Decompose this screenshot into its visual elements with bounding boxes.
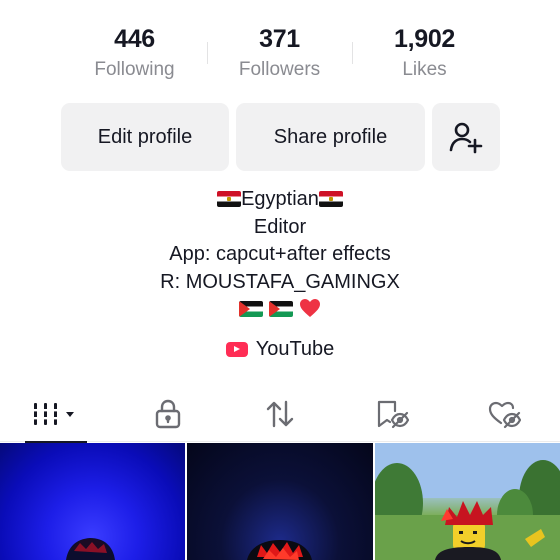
profile-actions: Edit profile Share profile <box>61 103 500 171</box>
tab-reposts[interactable] <box>224 386 336 442</box>
tab-private[interactable] <box>112 386 224 442</box>
tab-videos[interactable] <box>0 386 112 443</box>
red-heart-icon <box>299 299 320 317</box>
palestine-flag-icon <box>269 301 293 317</box>
tab-liked[interactable] <box>448 386 560 442</box>
youtube-link-label: YouTube <box>255 338 335 360</box>
bio-nationality-text: Egyptian <box>241 188 319 210</box>
stat-following[interactable]: 446 Following <box>62 22 207 88</box>
share-profile-button[interactable]: Share profile <box>236 103 425 171</box>
stat-likes[interactable]: 1,902 Likes <box>352 22 497 88</box>
stat-divider <box>352 42 353 64</box>
following-count: 446 <box>114 25 155 53</box>
egypt-flag-icon <box>318 191 343 207</box>
bio-line-apps: App: capcut+after effects <box>169 243 391 265</box>
profile-bio: Egyptian Editor App: capcut+after effect… <box>0 186 560 324</box>
profile-content-tabs <box>0 386 560 443</box>
youtube-link[interactable]: YouTube <box>0 338 560 361</box>
youtube-icon <box>225 342 248 357</box>
bio-line-roblox: R: MOUSTAFA_GAMINGX <box>160 270 400 293</box>
likes-count: 1,902 <box>393 25 456 53</box>
stat-divider <box>207 42 208 64</box>
followers-label: Followers <box>238 59 321 80</box>
followers-count: 371 <box>259 25 300 53</box>
tab-favorites[interactable] <box>336 386 448 442</box>
profile-stats: 446 Following 371 Followers 1,902 Likes <box>62 22 498 88</box>
avatar-thumbnail-art <box>66 538 115 560</box>
liked-hidden-icon <box>488 401 521 429</box>
avatar-thumbnail-art <box>374 443 560 560</box>
video-thumbnail[interactable] <box>187 443 373 560</box>
bookmark-hidden-icon <box>377 400 409 429</box>
egypt-flag-icon <box>217 191 242 207</box>
repost-icon <box>266 400 294 428</box>
videos-grid-icon <box>32 403 74 425</box>
video-thumbnail[interactable] <box>0 443 186 560</box>
video-thumbnail[interactable] <box>374 443 560 560</box>
bio-line-role: Editor <box>253 215 307 238</box>
bio-line-emojis <box>0 296 560 324</box>
stat-followers[interactable]: 371 Followers <box>207 22 352 88</box>
palestine-flag-icon <box>239 301 264 317</box>
likes-label: Likes <box>402 59 447 80</box>
add-user-icon <box>449 122 483 154</box>
avatar-thumbnail-art <box>247 540 313 560</box>
lock-icon <box>155 399 181 429</box>
following-label: Following <box>94 59 175 80</box>
add-friends-button[interactable] <box>432 103 500 171</box>
video-grid <box>0 443 560 560</box>
bio-line-nationality: Egyptian <box>0 186 560 214</box>
edit-profile-button[interactable]: Edit profile <box>61 103 229 171</box>
